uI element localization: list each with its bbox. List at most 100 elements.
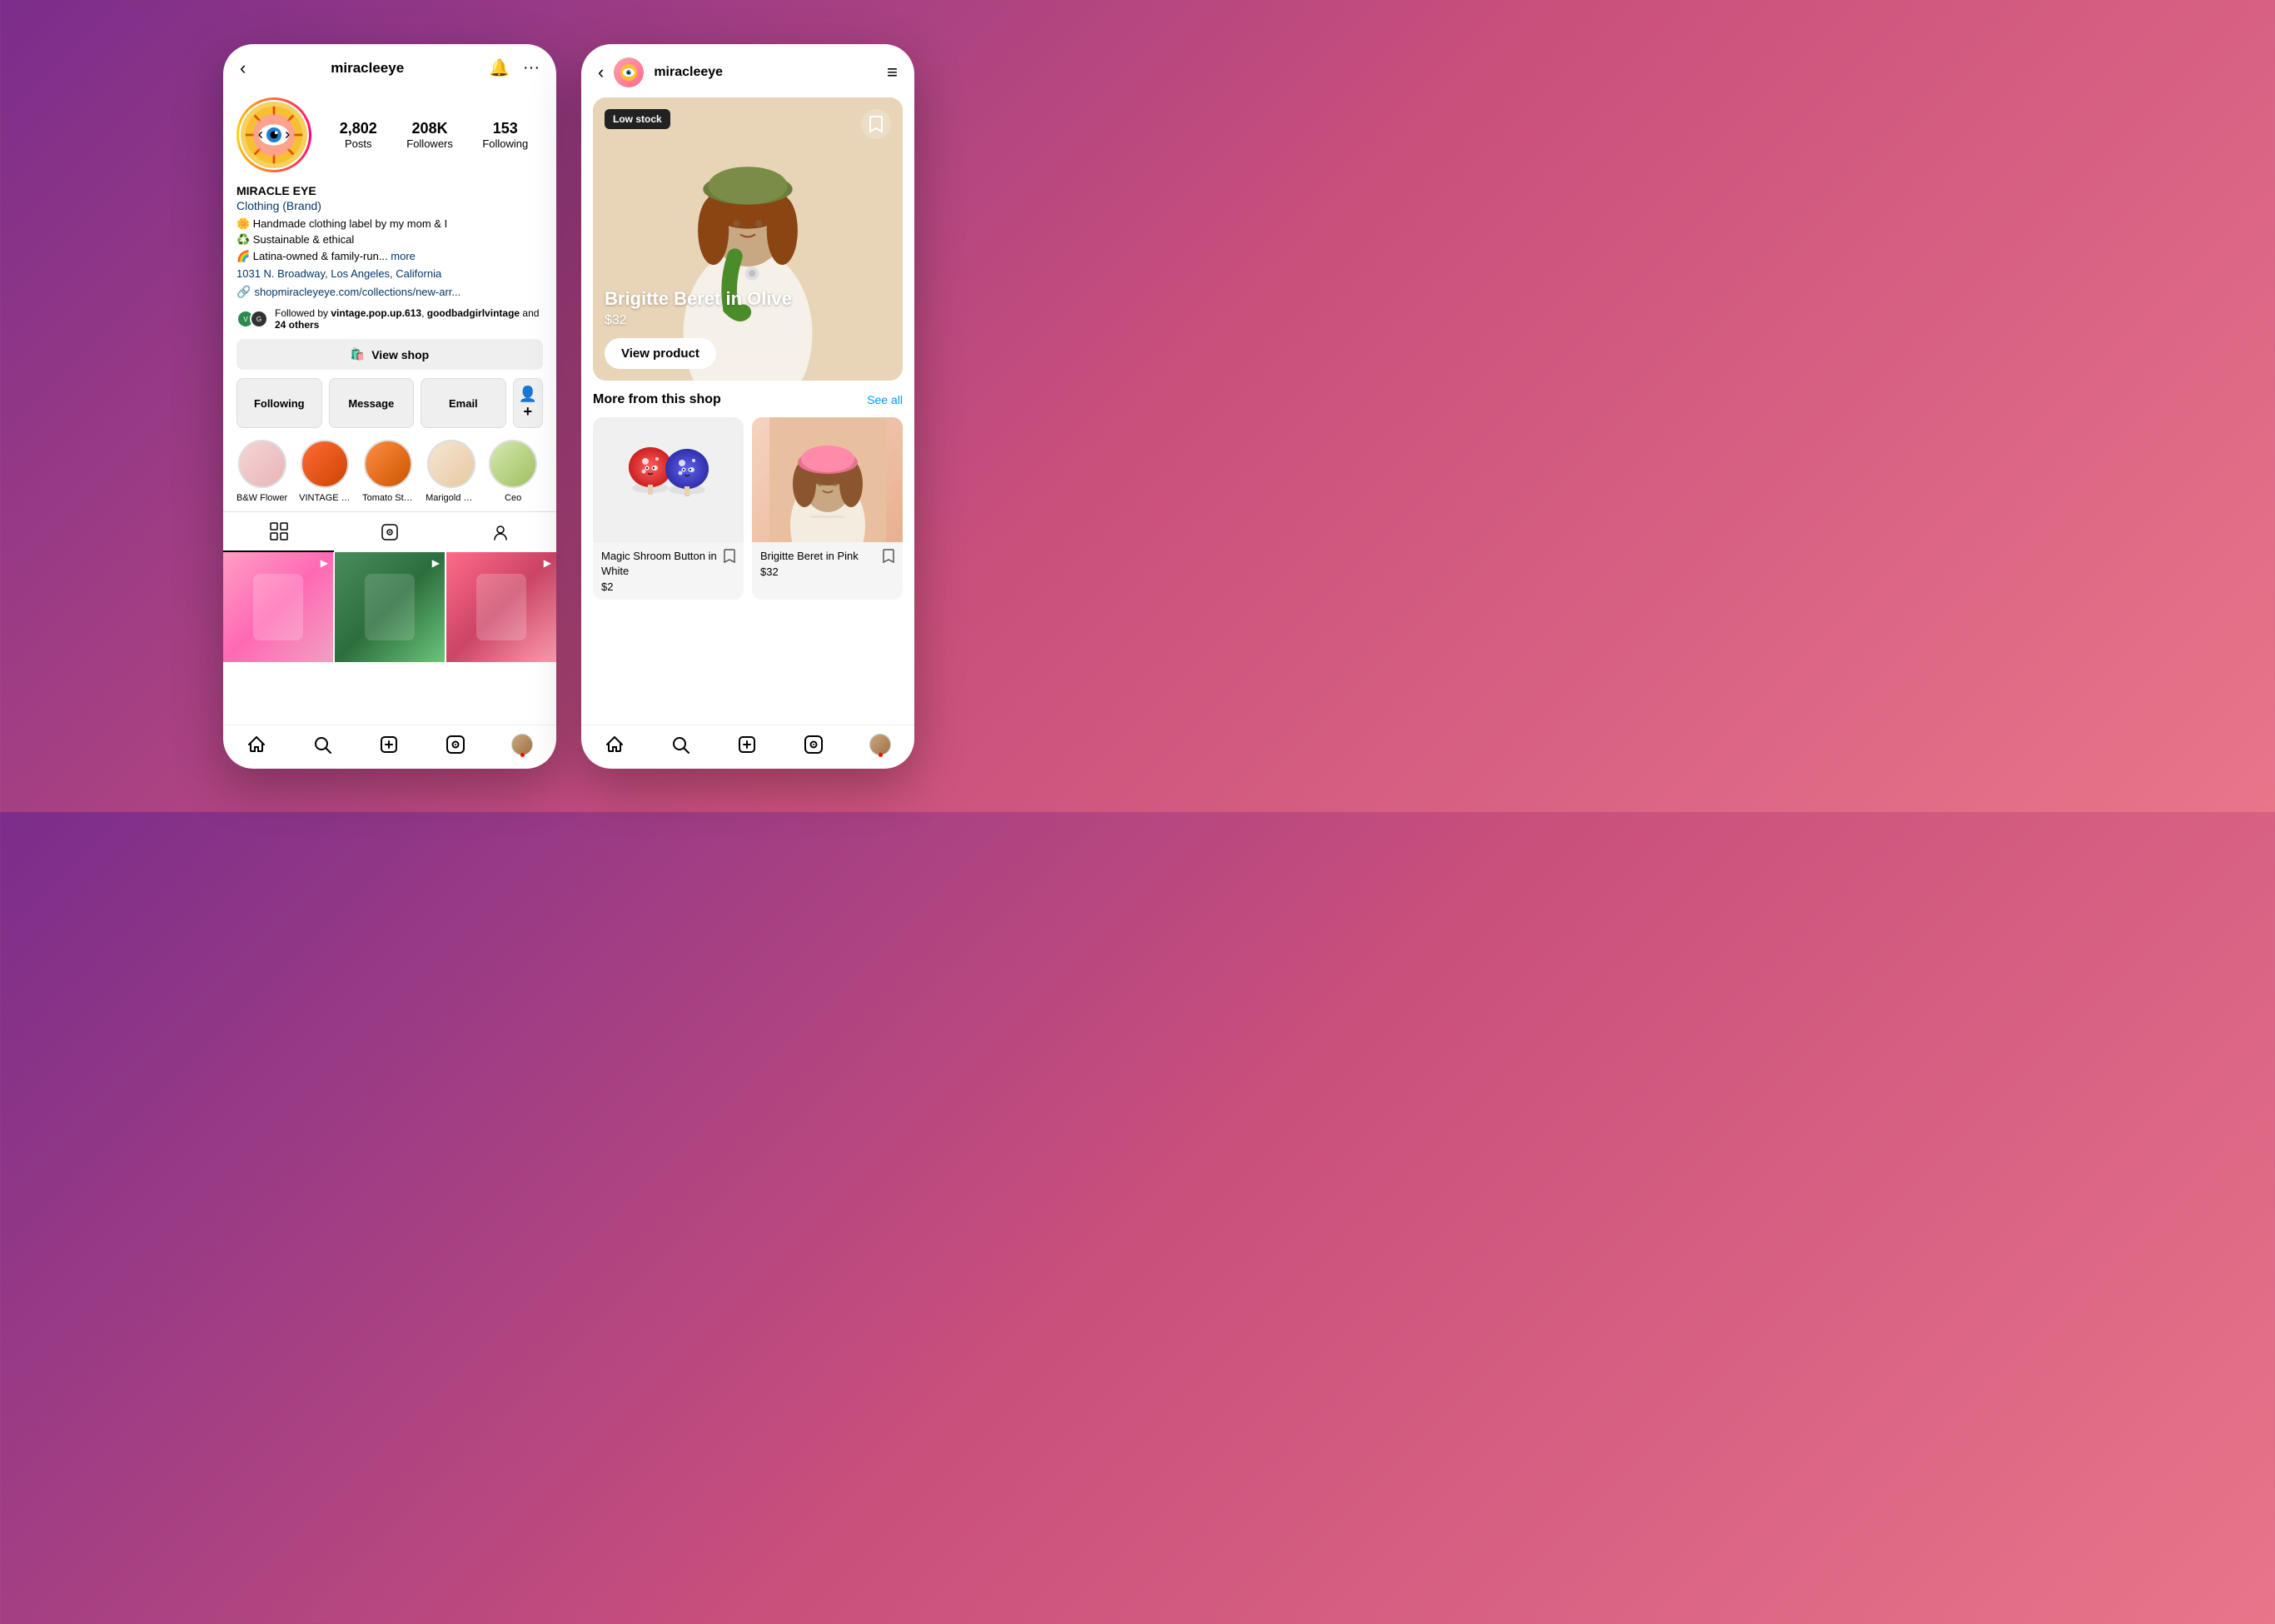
posts-label: Posts: [345, 137, 372, 150]
left-phone: ‹ miracleeye 🔔 ···: [223, 44, 556, 769]
create-icon: [379, 735, 399, 755]
product-card-1[interactable]: Magic Shroom Button in White $2: [593, 417, 744, 600]
shop-bottom-navigation: [581, 725, 914, 769]
profile-avatar-nav: [511, 734, 533, 755]
shop-profile-avatar-nav: [869, 734, 891, 755]
following-label: Following: [482, 137, 528, 150]
highlight-label-5: Ceo: [505, 493, 521, 503]
profile-category[interactable]: Clothing (Brand): [236, 199, 543, 212]
profile-link[interactable]: 🔗 shopmiracleyeye.com/collections/new-ar…: [236, 285, 543, 299]
view-product-button[interactable]: View product: [605, 338, 716, 369]
bookmark-icon: [869, 115, 884, 133]
reels-nav-icon: [446, 735, 465, 755]
posts-grid: ▶ ▶ ▶: [223, 552, 556, 725]
shop-nav-home[interactable]: [605, 735, 625, 755]
profile-location[interactable]: 1031 N. Broadway, Los Angeles, Californi…: [236, 267, 543, 280]
shop-search-icon: [670, 735, 690, 755]
more-shop-title: More from this shop: [593, 392, 721, 407]
nav-profile[interactable]: [511, 734, 533, 755]
profile-info: MIRACLE EYE Clothing (Brand) 🌼 Handmade …: [236, 184, 543, 300]
more-from-shop-section: More from this shop See all: [581, 392, 914, 600]
grid-post-3[interactable]: ▶: [446, 552, 556, 662]
highlight-label-2: VINTAGE S...: [299, 493, 351, 503]
reels-icon: [381, 523, 399, 541]
product-card-name-price-2: Brigitte Beret in Pink $32: [760, 549, 859, 578]
nav-reels[interactable]: [446, 735, 465, 755]
product-image-1: [593, 417, 744, 542]
bookmark-product-icon-2: [883, 549, 894, 564]
highlight-circle-4: [427, 440, 475, 488]
grid-post-1[interactable]: ▶: [223, 552, 333, 662]
highlight-circle-3: [364, 440, 412, 488]
low-stock-badge: Low stock: [605, 109, 670, 129]
tab-grid[interactable]: [223, 512, 334, 552]
notification-icon[interactable]: 🔔: [489, 57, 510, 78]
shop-back-button[interactable]: ‹: [598, 62, 604, 83]
nav-home[interactable]: [246, 735, 266, 755]
profile-section: 2,802 Posts 208K Followers 153 Following…: [223, 87, 556, 512]
tab-reels[interactable]: [334, 512, 445, 552]
add-person-button[interactable]: 👤+: [513, 378, 543, 428]
product-bookmark-2[interactable]: [883, 549, 894, 568]
posts-stat[interactable]: 2,802 Posts: [340, 120, 377, 150]
product-card-info-2: Brigitte Beret in Pink $32: [752, 542, 903, 585]
featured-bookmark-button[interactable]: [861, 109, 891, 139]
tagged-icon: [491, 523, 510, 541]
more-options-icon[interactable]: ···: [523, 58, 540, 77]
featured-product-card: Low stock Brigitte Beret in Olive $32 Vi…: [593, 97, 903, 381]
highlight-circle-5: [489, 440, 537, 488]
more-products-grid: Magic Shroom Button in White $2: [593, 417, 903, 600]
shop-notification-dot: [879, 753, 883, 757]
message-button[interactable]: Message: [329, 378, 415, 428]
profile-username: miracleeye: [331, 60, 404, 77]
highlight-item[interactable]: Ceo: [489, 440, 537, 503]
email-button[interactable]: Email: [421, 378, 506, 428]
shop-create-icon: [737, 735, 757, 755]
posts-count: 2,802: [340, 120, 377, 137]
highlight-label-4: Marigold BTS: [426, 493, 477, 503]
shop-nav-create[interactable]: [737, 735, 757, 755]
tab-tagged[interactable]: [446, 512, 556, 552]
eye-logo-icon: [244, 105, 304, 165]
highlight-item[interactable]: B&W Flower: [236, 440, 287, 503]
nav-search[interactable]: [312, 735, 332, 755]
following-button[interactable]: Following: [236, 378, 322, 428]
following-count: 153: [493, 120, 518, 137]
product-card-2[interactable]: Brigitte Beret in Pink $32: [752, 417, 903, 600]
shop-nav-reels[interactable]: [804, 735, 824, 755]
followed-by-section: V G Followed by vintage.pop.up.613, good…: [236, 307, 543, 331]
shop-username: miracleeye: [654, 65, 877, 80]
shop-home-icon: [605, 735, 625, 755]
post-figure-3: [446, 552, 556, 662]
link-text[interactable]: shopmiracleyeye.com/collections/new-arr.…: [254, 286, 460, 298]
grid-icon: [270, 522, 288, 541]
shop-nav-search[interactable]: [670, 735, 690, 755]
search-icon: [312, 735, 332, 755]
product-image-2: [752, 417, 903, 542]
back-button[interactable]: ‹: [240, 57, 246, 79]
add-person-icon: 👤+: [519, 386, 537, 421]
hamburger-menu-icon[interactable]: ≡: [887, 62, 898, 83]
highlight-item[interactable]: Tomato Stri...: [362, 440, 414, 503]
view-shop-button[interactable]: 🛍️ View shop: [236, 339, 543, 370]
highlight-label-1: B&W Flower: [236, 493, 287, 503]
see-all-link[interactable]: See all: [867, 393, 903, 406]
view-shop-label: View shop: [371, 348, 429, 361]
profile-bio: 🌼 Handmade clothing label by my mom & I …: [236, 216, 543, 265]
following-stat[interactable]: 153 Following: [482, 120, 528, 150]
followers-stat[interactable]: 208K Followers: [406, 120, 453, 150]
highlight-item[interactable]: Marigold BTS: [426, 440, 477, 503]
nav-create[interactable]: [379, 735, 399, 755]
shop-nav-profile[interactable]: [869, 734, 891, 755]
highlight-item[interactable]: VINTAGE S...: [299, 440, 351, 503]
bookmark-product-icon: [724, 549, 735, 564]
product-bookmark-1[interactable]: [724, 549, 735, 568]
product-name-2: Brigitte Beret in Pink: [760, 549, 859, 564]
avatar[interactable]: [236, 97, 311, 172]
shop-reels-icon: [804, 735, 824, 755]
followed-by-text: Followed by vintage.pop.up.613, goodbadg…: [275, 307, 543, 331]
followers-label: Followers: [406, 137, 453, 150]
grid-post-2[interactable]: ▶: [335, 552, 445, 662]
video-badge-1: ▶: [321, 557, 328, 569]
bottom-navigation: [223, 725, 556, 769]
